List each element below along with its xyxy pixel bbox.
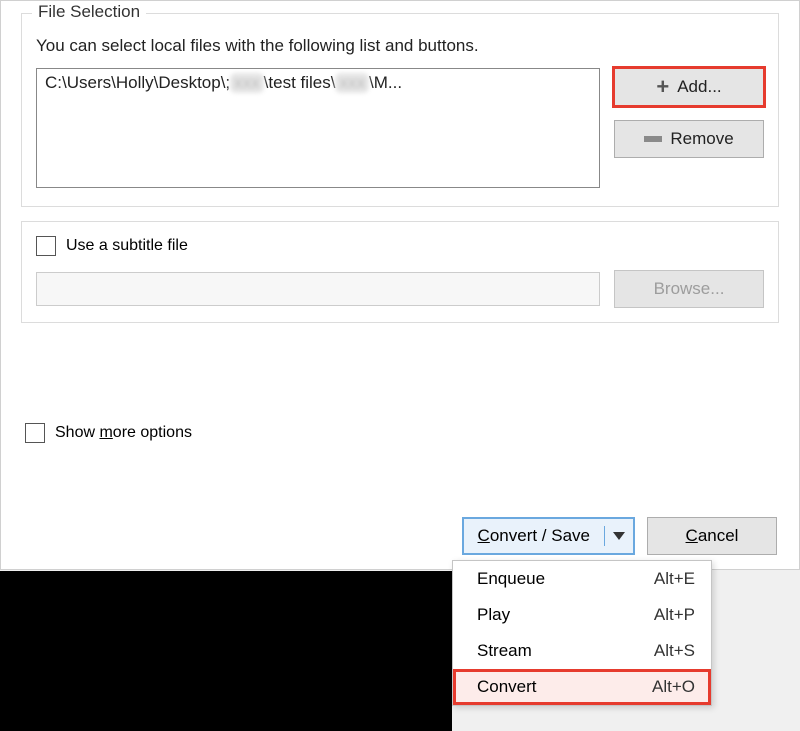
plus-icon: + <box>656 76 669 98</box>
menu-item-label: Stream <box>477 641 532 661</box>
dialog-window: File Selection You can select local file… <box>0 0 800 570</box>
file-buttons-column: + Add... Remove <box>614 68 764 158</box>
subtitle-checkbox-row: Use a subtitle file <box>36 236 764 256</box>
convert-dropdown-trigger[interactable] <box>604 526 633 546</box>
menu-item-shortcut: Alt+S <box>654 641 695 661</box>
remove-button-label: Remove <box>670 129 733 149</box>
add-button[interactable]: + Add... <box>614 68 764 106</box>
add-button-label: Add... <box>677 77 721 97</box>
menu-item-play[interactable]: Play Alt+P <box>453 597 711 633</box>
remove-button[interactable]: Remove <box>614 120 764 158</box>
convert-save-button[interactable]: Convert / Save <box>462 517 635 555</box>
menu-item-label: Convert <box>477 677 537 697</box>
browse-button: Browse... <box>614 270 764 308</box>
menu-item-label: Play <box>477 605 510 625</box>
menu-item-label: Enqueue <box>477 569 545 589</box>
menu-item-stream[interactable]: Stream Alt+S <box>453 633 711 669</box>
convert-dropdown-menu: Enqueue Alt+E Play Alt+P Stream Alt+S Convert A… <box>452 560 712 706</box>
menu-item-shortcut: Alt+O <box>652 677 695 697</box>
browse-button-label: Browse... <box>654 279 725 298</box>
file-path-mid: \test files\ <box>264 73 336 92</box>
file-path-redacted-2: xxx <box>335 73 369 93</box>
file-path-prefix: C:\Users\Holly\Desktop\; <box>45 73 230 92</box>
menu-item-enqueue[interactable]: Enqueue Alt+E <box>453 561 711 597</box>
more-options-row: Show more options <box>25 423 779 443</box>
menu-item-shortcut: Alt+P <box>654 605 695 625</box>
subtitle-label: Use a subtitle file <box>66 237 188 255</box>
subtitle-input-row: Browse... <box>36 270 764 308</box>
menu-item-convert[interactable]: Convert Alt+O <box>453 669 711 705</box>
file-selection-group: File Selection You can select local file… <box>21 13 779 207</box>
more-options-checkbox[interactable] <box>25 423 45 443</box>
subtitle-checkbox[interactable] <box>36 236 56 256</box>
subtitle-group: Use a subtitle file Browse... <box>21 221 779 323</box>
menu-item-shortcut: Alt+E <box>654 569 695 589</box>
section-title: File Selection <box>32 2 146 22</box>
subtitle-path-input <box>36 272 600 306</box>
footer-buttons: Convert / Save Cancel <box>462 517 777 555</box>
more-options-label: Show more options <box>55 424 192 442</box>
help-text: You can select local files with the foll… <box>36 36 764 56</box>
background-strip <box>0 571 452 731</box>
cancel-button[interactable]: Cancel <box>647 517 777 555</box>
file-list[interactable]: C:\Users\Holly\Desktop\;xxx\test files\x… <box>36 68 600 188</box>
file-list-row: C:\Users\Holly\Desktop\;xxx\test files\x… <box>36 68 764 188</box>
file-path-redacted-1: xxx <box>230 73 264 93</box>
chevron-down-icon <box>613 532 625 540</box>
file-path-suffix: \M... <box>369 73 402 92</box>
convert-save-label: Convert / Save <box>464 520 604 552</box>
minus-icon <box>644 136 662 142</box>
